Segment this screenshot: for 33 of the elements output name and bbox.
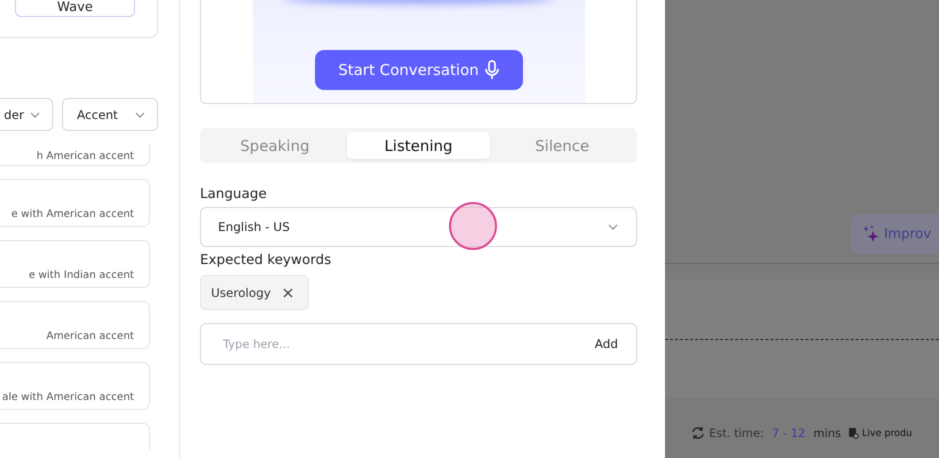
chevron-down-icon [30,112,40,118]
microphone-icon [484,60,499,80]
voice-card[interactable]: h American accent [0,144,150,166]
click-indicator [449,202,497,250]
mode-tab[interactable]: Listening [346,132,490,159]
voice-description: h American accent [36,150,134,162]
live-label: Live produ [862,428,912,438]
field-label: Language [200,186,268,202]
estimate-value: 7 - 12 [772,426,806,440]
keyword-input-field[interactable]: Type here... Add [200,323,637,365]
refresh-icon [691,426,705,440]
voice-card[interactable]: e with American accent [0,179,150,227]
box-icon [848,427,860,439]
voice-card[interactable]: e with Indian accent [0,240,150,288]
keyword-chip: Userology [200,275,309,310]
voice-card[interactable]: ale with American accent [0,362,150,410]
start-conversation-button[interactable]: Start Conversation [314,50,522,90]
voice-description: American accent [46,330,134,342]
filter-dropdown[interactable]: Accent [62,98,158,131]
filter-dropdown[interactable]: der [0,98,53,131]
add-button[interactable]: Add [594,337,618,351]
style-button[interactable]: Wave [15,0,135,17]
voice-card[interactable]: American accent [0,301,150,349]
field-label: Expected keywords [200,252,332,268]
estimate-unit: mins [813,426,842,440]
voice-description: e with American accent [11,208,134,220]
voice-description: ale with American accent [2,391,134,403]
voice-description: e with Indian accent [28,269,134,281]
chevron-down-icon [135,112,145,118]
close-icon[interactable] [282,288,293,298]
estimate-label: Est. time: [709,426,764,440]
sparkle-icon [863,225,879,243]
chevron-down-icon [608,224,618,230]
